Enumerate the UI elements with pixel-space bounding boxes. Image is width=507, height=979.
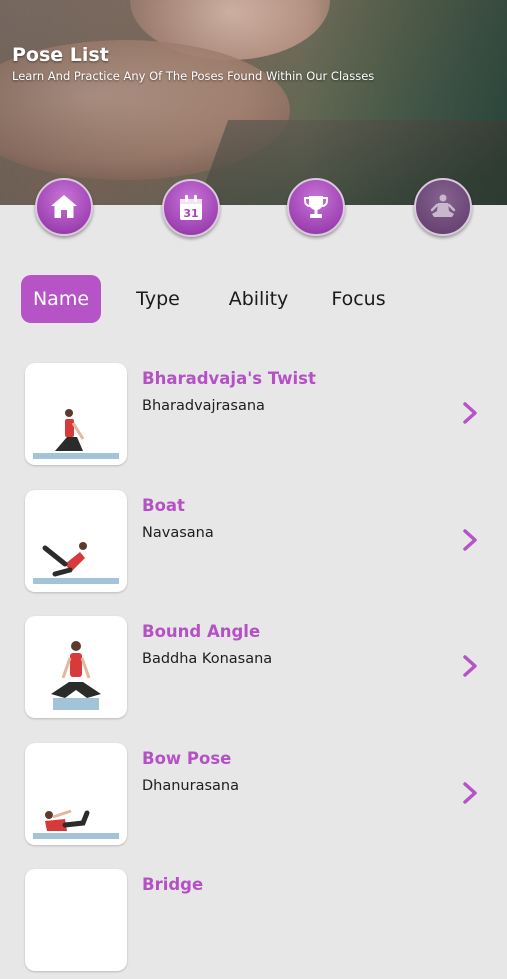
trophy-icon [304, 196, 328, 218]
pose-sanskrit-name: Bharadvajrasana [142, 398, 265, 414]
pose-sanskrit-name: Dhanurasana [142, 778, 239, 794]
nav-achievements-button[interactable] [287, 178, 345, 236]
pose-thumbnail [25, 363, 127, 465]
pose-list-item[interactable]: Boat Navasana [0, 490, 507, 600]
nav-poses-button[interactable] [414, 178, 472, 236]
pose-list-item[interactable]: Bound Angle Baddha Konasana [0, 616, 507, 726]
meditation-icon [430, 194, 456, 217]
pose-name: Bound Angle [142, 622, 261, 641]
pose-thumbnail [25, 743, 127, 845]
filter-tab-name[interactable]: Name [21, 275, 101, 323]
page-title: Pose List [12, 44, 109, 66]
filter-tab-focus[interactable]: Focus [326, 275, 391, 323]
home-icon [51, 195, 77, 218]
pose-list-item[interactable]: Bharadvaja's Twist Bharadvajrasana [0, 363, 507, 473]
chevron-right-icon [463, 529, 477, 551]
pose-list-item[interactable]: Bow Pose Dhanurasana [0, 743, 507, 853]
chevron-right-icon [463, 782, 477, 804]
pose-name: Bow Pose [142, 749, 232, 768]
pose-thumbnail [25, 869, 127, 971]
svg-text:31: 31 [183, 207, 198, 220]
nav-schedule-button[interactable]: 31 [162, 179, 220, 237]
pose-name: Bharadvaja's Twist [142, 369, 316, 388]
chevron-right-icon [463, 402, 477, 424]
header-banner: Pose List Learn And Practice Any Of The … [0, 0, 507, 205]
pose-name: Bridge [142, 875, 204, 894]
pose-list-item[interactable]: Bridge [0, 869, 507, 979]
nav-home-button[interactable] [35, 178, 93, 236]
pose-name: Boat [142, 496, 185, 515]
chevron-right-icon [463, 655, 477, 677]
pose-thumbnail [25, 490, 127, 592]
page-subtitle: Learn And Practice Any Of The Poses Foun… [12, 69, 375, 83]
pose-sanskrit-name: Navasana [142, 525, 214, 541]
calendar-icon: 31 [180, 195, 202, 220]
pose-sanskrit-name: Baddha Konasana [142, 651, 273, 667]
main-nav: 31 [0, 178, 507, 240]
filter-tab-ability[interactable]: Ability [221, 275, 296, 323]
filter-tab-type[interactable]: Type [124, 275, 192, 323]
pose-thumbnail [25, 616, 127, 718]
